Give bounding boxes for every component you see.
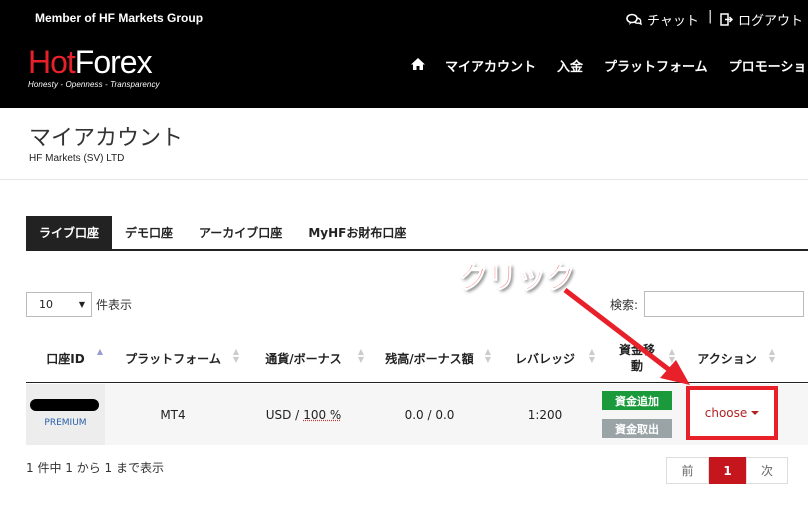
hotforex-logo[interactable]: HotForex Honesty - Openness - Transparen… [28,44,188,100]
sort-asc-icon: ▲ [96,347,103,356]
sort-icon: ▲ ▼ [232,347,239,364]
currency-bonus-cell: USD / 100 % [265,407,342,422]
member-text: Member of HF Markets Group [35,11,204,25]
table-row: PREMIUM MT4 USD / 100 % 0.0 / 0.0 1:200 … [26,384,808,445]
sort-icon: ▲ ▼ [588,347,595,364]
tab-myhf-wallet[interactable]: MyHFお財布口座 [295,216,419,249]
chat-link[interactable]: チャット [626,10,699,29]
account-type-label: PREMIUM [44,418,87,428]
page-title: マイアカウント [29,126,184,151]
caret-down-icon [751,411,760,415]
nav-platform[interactable]: プラットフォーム [604,56,708,75]
withdraw-button[interactable]: 資金取出 [602,419,672,438]
tab-demo-accounts[interactable]: デモ口座 [112,216,186,249]
page-length-suffix: 件表示 [96,298,133,312]
page-length-value: 10 [39,298,53,311]
search-input[interactable] [644,291,804,317]
col-header-fund-transfer[interactable]: 資金移動 ▲ ▼ [597,333,677,383]
divider [0,179,808,180]
click-callout: クリック [457,260,575,296]
sort-icon: ▲ ▼ [768,347,775,364]
table-info: 1 件中 1 から 1 まで表示 [26,461,164,475]
logo-forex-text: Forex [74,44,153,80]
sort-icon: ▲ ▼ [484,347,491,364]
logo-tagline: Honesty - Openness - Transparency [28,80,160,89]
top-header: Member of HF Markets Group チャット | ログアウト … [0,0,808,108]
nav-deposit[interactable]: 入金 [557,56,583,75]
balance-cell: 0.0 / 0.0 [404,407,455,422]
col-header-currency-bonus[interactable]: 通貨/ボーナス ▲ ▼ [241,333,366,383]
page-length-select[interactable]: 10 ▼ [26,292,92,317]
nav-my-account[interactable]: マイアカウント [445,56,536,75]
pagination-current-page[interactable]: 1 [709,457,746,484]
deposit-button[interactable]: 資金追加 [602,391,672,410]
dropdown-arrow-icon: ▼ [78,300,85,309]
page-subtitle: HF Markets (SV) LTD [29,153,125,164]
platform-cell: MT4 [160,407,186,422]
pagination: 前 1 次 [666,457,788,484]
tab-live-accounts[interactable]: ライブ口座 [26,216,113,249]
home-icon [411,57,425,70]
chat-icon [626,13,642,25]
logout-label: ログアウト [738,14,804,29]
nav-home[interactable] [410,57,426,75]
pagination-next[interactable]: 次 [746,457,788,484]
search-label: 検索: [610,298,639,312]
action-choose-dropdown[interactable]: choose [705,406,760,420]
action-highlight-box: choose [686,386,778,440]
main-nav: マイアカウント 入金 プラットフォーム プロモーション [410,56,808,75]
nav-promotion[interactable]: プロモーション [729,56,808,75]
leverage-cell: 1:200 [527,407,563,422]
logout-icon [720,13,734,26]
tab-archive-accounts[interactable]: アーカイブ口座 [186,216,295,249]
col-header-platform[interactable]: プラットフォーム ▲ ▼ [105,333,241,383]
col-header-account-id[interactable]: 口座ID ▲ [26,333,105,383]
header-separator: | [708,9,713,24]
redacted-account-id [30,399,99,411]
chat-label: チャット [647,14,699,29]
col-header-action[interactable]: アクション ▲ ▼ [677,333,777,383]
table-header: 口座ID ▲ プラットフォーム ▲ ▼ 通貨/ボーナス ▲ ▼ 残高/ボーナス額 ▲… [26,333,808,383]
col-header-balance-bonus[interactable]: 残高/ボーナス額 ▲ ▼ [366,333,493,383]
logout-link[interactable]: ログアウト [720,10,803,29]
account-id-cell: PREMIUM [26,384,105,445]
tabs-underline [26,249,808,251]
col-header-leverage[interactable]: レバレッジ ▲ ▼ [493,333,597,383]
logo-hot-text: Hot [28,44,76,80]
sort-icon: ▲ ▼ [357,347,364,364]
account-tabs: ライブ口座 デモ口座 アーカイブ口座 MyHFお財布口座 [26,216,419,249]
bonus-link[interactable]: 100 % [303,408,341,422]
table-header-line [26,382,808,383]
pagination-prev[interactable]: 前 [666,457,709,484]
sort-icon: ▲ ▼ [668,347,675,364]
